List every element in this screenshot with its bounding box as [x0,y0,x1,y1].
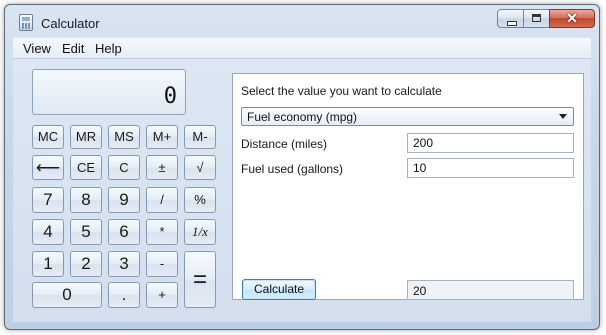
selected-option: Fuel economy (mpg) [247,110,358,124]
backspace-icon: ⟵ [35,158,61,177]
panel-heading: Select the value you want to calculate [241,84,442,98]
calculation-select[interactable]: Fuel economy (mpg) [241,107,574,126]
close-button[interactable]: ✕ [549,9,595,28]
divide-button[interactable]: / [146,187,178,213]
minimize-icon [507,21,517,26]
digit-2-button[interactable]: 2 [70,251,102,277]
ms-button[interactable]: MS [108,125,140,149]
distance-label: Distance (miles) [241,137,328,151]
close-icon: ✕ [566,10,578,26]
m-minus-button[interactable]: M- [184,125,216,149]
calculator-body: 0 MC MR MS M+ M- ⟵ CE C ± √ 7 8 9 / % 4 … [13,59,591,322]
menu-edit[interactable]: Edit [62,41,84,56]
plus-minus-button[interactable]: ± [146,155,178,180]
worksheet-panel: Select the value you want to calculate F… [232,73,584,300]
digit-4-button[interactable]: 4 [32,219,64,245]
maximize-icon [532,14,541,22]
calculator-icon [19,14,33,31]
digit-5-button[interactable]: 5 [70,219,102,245]
menu-view[interactable]: View [23,41,51,56]
fuel-used-label: Fuel used (gallons) [241,162,344,176]
caption-buttons: ✕ [497,9,595,29]
clear-button[interactable]: C [108,155,140,180]
sqrt-button[interactable]: √ [184,155,216,180]
window-title: Calculator [41,16,100,31]
chevron-down-icon [559,114,567,119]
digit-6-button[interactable]: 6 [108,219,140,245]
menu-bar: View Edit Help [13,38,591,59]
minimize-button[interactable] [497,9,524,28]
digit-7-button[interactable]: 7 [32,187,64,213]
m-plus-button[interactable]: M+ [146,125,178,149]
minus-button[interactable]: - [146,251,178,277]
mr-button[interactable]: MR [70,125,102,149]
multiply-button[interactable]: * [146,219,178,245]
display-value: 0 [163,84,177,109]
decimal-button[interactable]: . [108,282,140,308]
display: 0 [32,69,186,115]
fuel-used-input[interactable] [407,158,574,178]
result-field: 20 [407,280,574,300]
reciprocal-button[interactable]: 1/x [184,219,216,245]
digit-1-button[interactable]: 1 [32,251,64,277]
title-bar[interactable]: Calculator ✕ [5,5,599,39]
distance-input[interactable] [407,133,574,153]
digit-8-button[interactable]: 8 [70,187,102,213]
ce-button[interactable]: CE [70,155,102,180]
digit-3-button[interactable]: 3 [108,251,140,277]
maximize-button[interactable] [523,9,550,28]
mc-button[interactable]: MC [32,125,64,149]
digit-0-button[interactable]: 0 [32,282,102,308]
calculator-window: Calculator ✕ View Edit Help 0 MC MR MS M… [4,4,600,330]
percent-button[interactable]: % [184,187,216,213]
plus-button[interactable]: + [146,282,178,308]
calculate-button[interactable]: Calculate [242,279,316,300]
digit-9-button[interactable]: 9 [108,187,140,213]
backspace-button[interactable]: ⟵ [32,155,64,180]
equals-button[interactable]: = [184,251,216,308]
menu-help[interactable]: Help [95,41,122,56]
